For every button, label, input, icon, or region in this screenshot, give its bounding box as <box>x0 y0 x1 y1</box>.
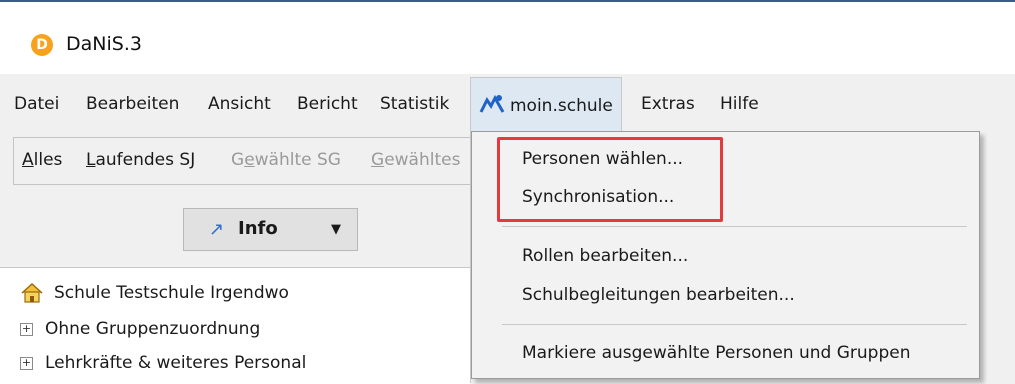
title-bar: D DaNiS.3 <box>0 2 1015 74</box>
group-tree: Schule Testschule Irgendwo + Ohne Gruppen… <box>0 267 470 384</box>
filter-bar: Alles Laufendes SJ Gewählte SG Gewähltes <box>13 137 483 185</box>
tree-item-ohne-gruppe[interactable]: + Ohne Gruppenzuordnung <box>20 319 260 339</box>
menu-bearbeiten[interactable]: Bearbeiten <box>86 91 179 117</box>
moin-schule-dropdown-menu: Personen wählen... Synchronisation... Ro… <box>471 131 980 379</box>
menu-hilfe[interactable]: Hilfe <box>720 91 759 117</box>
expand-icon[interactable]: + <box>20 322 33 336</box>
school-icon <box>21 282 43 303</box>
menu-moin-schule[interactable]: moin.schule <box>470 77 622 133</box>
moin-schule-logo-icon <box>479 94 505 113</box>
tree-item-label: Lehrkräfte & weiteres Personal <box>45 353 307 373</box>
info-button-label: Info <box>238 218 278 239</box>
menu-statistik[interactable]: Statistik <box>380 91 449 117</box>
filter-alles[interactable]: Alles <box>22 150 62 170</box>
chevron-down-icon: ▼ <box>331 222 341 237</box>
tree-item-label: Ohne Gruppenzuordnung <box>45 319 261 339</box>
expand-icon[interactable]: + <box>20 356 33 370</box>
background-panel <box>980 131 1015 383</box>
filter-laufendes-sj[interactable]: Laufendes SJ <box>86 150 195 170</box>
filter-gewaehlte-sg[interactable]: Gewählte SG <box>231 150 341 170</box>
menu-item-schulbegleitungen[interactable]: Schulbegleitungen bearbeiten... <box>522 285 795 305</box>
menu-item-synchronisation[interactable]: Synchronisation... <box>522 187 674 207</box>
tree-item-lehrkraefte[interactable]: + Lehrkräfte & weiteres Personal <box>20 353 306 373</box>
window-title: DaNiS.3 <box>66 33 142 55</box>
menu-separator <box>502 226 967 227</box>
menu-item-rollen-bearbeiten[interactable]: Rollen bearbeiten... <box>522 246 688 266</box>
menu-datei[interactable]: Datei <box>14 91 59 117</box>
menu-ansicht[interactable]: Ansicht <box>208 91 271 117</box>
menu-separator <box>502 324 967 325</box>
menu-item-personen-waehlen[interactable]: Personen wählen... <box>522 149 683 169</box>
tree-item-label: Schule Testschule Irgendwo <box>54 283 289 303</box>
menu-extras[interactable]: Extras <box>641 91 695 117</box>
menu-moin-schule-label: moin.schule <box>510 96 613 116</box>
arrow-up-right-icon: ↗ <box>209 219 225 240</box>
filter-gewaehltes[interactable]: Gewähltes <box>371 150 460 170</box>
menu-item-markiere-auswahl[interactable]: Markiere ausgewählte Personen und Gruppe… <box>522 343 911 363</box>
app-logo-icon: D <box>31 34 53 56</box>
menu-bericht[interactable]: Bericht <box>297 91 358 117</box>
menu-bar: Datei Bearbeiten Ansicht Bericht Statist… <box>0 74 1015 133</box>
info-dropdown-button[interactable]: ↗ Info ▼ <box>183 208 358 251</box>
tree-item-school[interactable]: Schule Testschule Irgendwo <box>20 282 289 304</box>
